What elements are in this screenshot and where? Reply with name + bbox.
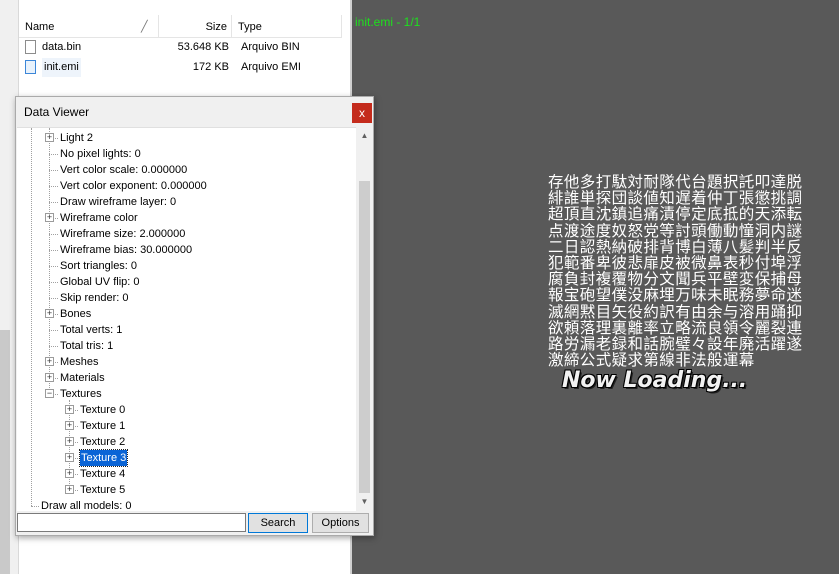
preview-text-line: 犯範番卑彼悲扉皮被微鼻表秒付埠浮 bbox=[548, 254, 803, 273]
scroll-down-icon[interactable]: ▼ bbox=[359, 495, 370, 509]
expand-plus-icon[interactable]: + bbox=[65, 485, 74, 494]
name-column-header[interactable]: Name ╱ bbox=[19, 15, 159, 37]
tree-connector-line bbox=[49, 154, 58, 155]
tree-node-label: Meshes bbox=[60, 356, 99, 368]
tree-node-label: Sort triangles: 0 bbox=[60, 260, 138, 272]
file-list-header: Name ╱ Size Type bbox=[19, 15, 342, 38]
tree-node-label: Texture 5 bbox=[80, 484, 126, 496]
type-column-header[interactable]: Type bbox=[232, 15, 342, 37]
sort-indicator-icon: ╱ bbox=[141, 21, 148, 33]
file-name: init.emi bbox=[42, 58, 81, 77]
scroll-up-icon[interactable]: ▲ bbox=[359, 129, 370, 143]
tree-node-label: Texture 1 bbox=[80, 420, 126, 432]
now-loading-text: Now Loading... bbox=[562, 368, 748, 393]
size-column-label: Size bbox=[205, 21, 227, 33]
type-column-label: Type bbox=[238, 21, 262, 33]
tree-node-label: Vert color scale: 0.000000 bbox=[60, 164, 188, 176]
preview-text-line: 路労漏老録和話腕璧々設年廃活躍遂 bbox=[548, 335, 803, 354]
file-row-data-bin[interactable]: data.bin 53.648 KB Arquivo BIN bbox=[19, 38, 342, 57]
dialog-title: Data Viewer bbox=[24, 105, 90, 119]
tree-connector-line bbox=[49, 250, 58, 251]
preview-text-line: 二日認熱納破排背博白薄八髪判半反 bbox=[548, 237, 803, 256]
tree-node-label: Global UV flip: 0 bbox=[60, 276, 140, 288]
expand-plus-icon[interactable]: + bbox=[65, 453, 74, 462]
preview-text-line: 超頂直沈鎮追痛漬停定底抵的天添転 bbox=[548, 205, 803, 224]
tree-node-label: Vert color exponent: 0.000000 bbox=[60, 180, 207, 192]
expand-plus-icon[interactable]: + bbox=[45, 357, 54, 366]
scrollbar-thumb[interactable] bbox=[359, 181, 370, 493]
tree-connector-line bbox=[49, 298, 58, 299]
expand-plus-icon[interactable]: + bbox=[45, 133, 54, 142]
tree-node-label: Draw wireframe layer: 0 bbox=[60, 196, 177, 208]
tree-node-label: Texture 4 bbox=[80, 468, 126, 480]
tree-node-label: Texture 2 bbox=[80, 436, 126, 448]
tree-connector-line bbox=[31, 506, 39, 507]
preview-text-line: 緋誰単探団談値知遅着仲丁張懲挑調 bbox=[548, 189, 803, 208]
search-button[interactable]: Search bbox=[248, 513, 308, 533]
preview-text-line: 報宝砲望僕没麻埋万味未眠務夢命迷 bbox=[548, 286, 803, 305]
size-column-header[interactable]: Size bbox=[159, 15, 232, 37]
tree-node-label: Wireframe bias: 30.000000 bbox=[60, 244, 193, 256]
tree-guide-line-level1 bbox=[49, 128, 50, 394]
collapse-minus-icon[interactable]: − bbox=[45, 389, 54, 398]
preview-text-block: 存他多打駄対耐隊代台題択託叩達脱 緋誰単探団談値知遅着仲丁張懲挑調 超頂直沈鎮追痛漬… bbox=[548, 173, 810, 370]
data-viewer-dialog: Data Viewer x + Light 2 No pixel lights: 0… bbox=[15, 96, 374, 536]
options-button[interactable]: Options bbox=[312, 513, 369, 533]
tree-guide-line-root bbox=[31, 128, 32, 506]
tree-connector-line bbox=[49, 186, 58, 187]
tree-node-label: Bones bbox=[60, 308, 92, 320]
tree-node-label: Skip render: 0 bbox=[60, 292, 129, 304]
tree-connector-line bbox=[49, 234, 58, 235]
tree-node-label: Total verts: 1 bbox=[60, 324, 123, 336]
preview-text-line: 滅網黙目矢役約訳有由余与溶用踊抑 bbox=[548, 302, 803, 321]
preview-pane: init.emi - 1/1 存他多打駄対耐隊代台題択託叩達脱 緋誰単探団談値知遅… bbox=[352, 0, 839, 574]
file-row-init-emi[interactable]: init.emi 172 KB Arquivo EMI bbox=[19, 58, 342, 77]
tree-connector-line bbox=[49, 170, 58, 171]
name-column-label: Name bbox=[25, 21, 55, 33]
tree-connector-line bbox=[49, 346, 58, 347]
nav-scroll-area bbox=[0, 330, 10, 574]
tree-node-label: Textures bbox=[60, 388, 102, 400]
file-icon bbox=[25, 40, 36, 54]
preview-text-line: 激締公式疑求第線非法般運幕 bbox=[548, 351, 755, 370]
expand-plus-icon[interactable]: + bbox=[45, 373, 54, 382]
data-tree: + Light 2 No pixel lights: 0 Vert color sca… bbox=[17, 127, 356, 512]
expand-plus-icon[interactable]: + bbox=[65, 421, 74, 430]
tree-node-label: Texture 0 bbox=[80, 404, 126, 416]
tree-node-label: Wireframe color bbox=[60, 212, 138, 224]
tree-connector-line bbox=[49, 282, 58, 283]
tree-connector-line bbox=[49, 330, 58, 331]
tree-node-label: Materials bbox=[60, 372, 105, 384]
preview-text-line: 欲頼落理裏離率立略流良領令麗裂連 bbox=[548, 318, 803, 337]
preview-text-line: 点渡途度奴怒党等討頭働動憧洞内謎 bbox=[548, 221, 803, 240]
expand-plus-icon[interactable]: + bbox=[65, 469, 74, 478]
emi-file-icon bbox=[25, 60, 36, 74]
tree-node-label: No pixel lights: 0 bbox=[60, 148, 141, 160]
file-type: Arquivo BIN bbox=[241, 41, 300, 53]
preview-text-line: 存他多打駄対耐隊代台題択託叩達脱 bbox=[548, 173, 803, 191]
tree-connector-line bbox=[49, 202, 58, 203]
expand-plus-icon[interactable]: + bbox=[45, 309, 54, 318]
expand-plus-icon[interactable]: + bbox=[65, 405, 74, 414]
tree-node-label: Light 2 bbox=[60, 132, 94, 144]
expand-plus-icon[interactable]: + bbox=[65, 437, 74, 446]
file-type: Arquivo EMI bbox=[241, 61, 301, 73]
file-name: data.bin bbox=[42, 41, 82, 53]
tree-node-label: Total tris: 1 bbox=[60, 340, 114, 352]
expand-plus-icon[interactable]: + bbox=[45, 213, 54, 222]
file-size: 53.648 KB bbox=[177, 41, 229, 53]
preview-text-line: 腐負封複覆物分文聞兵平壁変保捕母 bbox=[548, 270, 803, 289]
close-button[interactable]: x bbox=[352, 103, 372, 123]
file-size: 172 KB bbox=[192, 61, 229, 73]
tree-node-label: Wireframe size: 2.000000 bbox=[60, 228, 186, 240]
tree-connector-line bbox=[49, 266, 58, 267]
tree-node-label-selected: Texture 3 bbox=[78, 449, 129, 467]
tree-node-label: Draw all models: 0 bbox=[41, 500, 132, 512]
preview-title: init.emi - 1/1 bbox=[355, 15, 421, 29]
search-input[interactable] bbox=[17, 513, 246, 532]
tree-vertical-scrollbar[interactable]: ▲ ▼ bbox=[357, 127, 372, 511]
